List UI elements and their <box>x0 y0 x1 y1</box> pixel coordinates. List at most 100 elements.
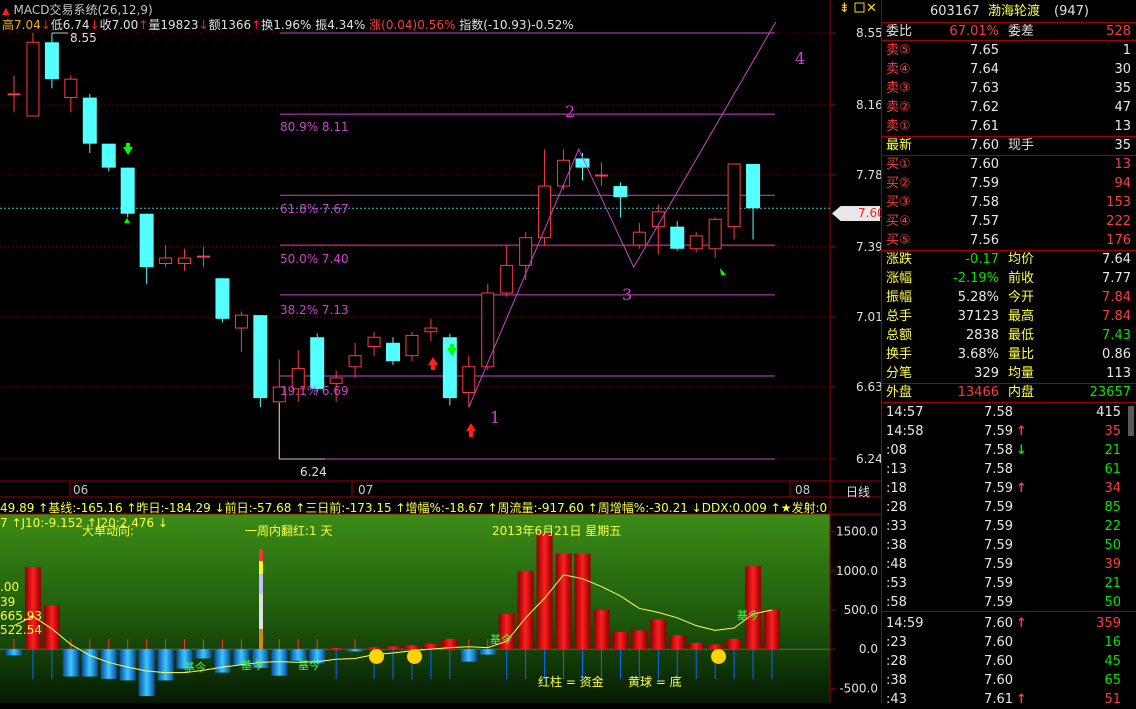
wave-label-2: 2 <box>565 102 576 121</box>
tick-price: 7.59 <box>984 595 1013 610</box>
candle-body-up <box>7 93 21 96</box>
macd-bar-positive <box>385 646 401 650</box>
buy-volume: 222 <box>1106 214 1131 229</box>
tick-volume: 61 <box>1104 462 1121 477</box>
macd-bar-negative <box>460 649 477 662</box>
stat-row: 振幅 5.28% 今开 7.84 <box>882 288 1136 307</box>
stat-label: 涨幅 <box>886 271 913 286</box>
stat-value: 7.64 <box>1102 252 1131 267</box>
stat-label: 振幅 <box>886 290 913 305</box>
stat-value: 7.77 <box>1102 271 1131 286</box>
close-icon[interactable]: ✕ <box>866 1 877 16</box>
tick-volume: 21 <box>1104 576 1121 591</box>
legend-red-bar: 红柱 = 资金 <box>538 675 604 689</box>
macd-bar-negative <box>157 649 174 681</box>
tick-time: :43 <box>886 692 907 707</box>
indicator-title: MACD交易系统(26,12,9) <box>13 3 153 17</box>
macd-bar-positive <box>669 635 686 650</box>
sell-volume: 30 <box>1114 62 1131 77</box>
candle-body-up <box>159 257 173 265</box>
tick-volume: 45 <box>1104 654 1121 669</box>
xianshou-value: 35 <box>1114 138 1131 153</box>
candle-body-up <box>557 159 571 187</box>
volume-value: 量19823 <box>148 18 199 32</box>
tick-row: :58 7.59 50 <box>882 593 1136 612</box>
macd-bar-negative <box>62 649 79 677</box>
tick-time: 14:57 <box>886 405 924 420</box>
candle-body-down <box>670 226 685 249</box>
buy-price: 7.59 <box>970 176 999 191</box>
macd-bar-negative <box>271 649 288 676</box>
tick-volume: 50 <box>1104 538 1121 553</box>
macd-y-tick-label: 0.0 <box>859 642 878 656</box>
stat-row: 涨幅 -2.19% 前收 7.77 <box>882 269 1136 288</box>
macd-y-tick-label: -500.0 <box>839 681 878 695</box>
buy-label: 买① <box>886 157 911 172</box>
macd-bar-negative <box>214 649 231 673</box>
sell-label: 卖① <box>886 119 911 134</box>
tick-time: :48 <box>886 557 907 572</box>
candle-body-up <box>708 218 722 250</box>
annotation-date: 2013年6月21日 星期五 <box>492 524 622 538</box>
stat-label: 涨跌 <box>886 252 913 267</box>
tick-price: 7.59 <box>984 481 1013 496</box>
tick-time: :28 <box>886 654 907 669</box>
tick-time: :08 <box>886 443 907 458</box>
stat-row: 分笔 329 均量 113 <box>882 364 1136 383</box>
weicha-value: 528 <box>1106 24 1131 39</box>
x-label-08: 08 <box>795 483 811 497</box>
tick-row: :23 7.60 16 <box>882 633 1136 652</box>
max-price-label: 8.55 <box>70 31 97 45</box>
base-label: 基今 <box>490 633 512 646</box>
buy-label: 买② <box>886 176 911 191</box>
tick-time: :18 <box>886 481 907 496</box>
stat-value: 5.28% <box>957 290 999 305</box>
sell-row: 卖① 7.61 13 <box>882 117 1136 136</box>
tick-volume: 65 <box>1104 673 1121 688</box>
buy-volume: 94 <box>1114 176 1131 191</box>
candle-body-up <box>500 264 514 294</box>
tick-row: :38 7.60 65 <box>882 671 1136 690</box>
macd-bar-positive <box>726 638 743 650</box>
macd-bar-negative <box>347 649 364 652</box>
y-tick-label: 7.78 <box>856 168 881 182</box>
weibi-row: 委比 67.01% 委差 528 <box>886 24 1131 39</box>
sell-volume: 35 <box>1114 81 1131 96</box>
candle-body-up <box>178 257 192 265</box>
fib-label: 50.0% 7.40 <box>280 252 349 266</box>
signal-spike <box>259 594 263 630</box>
stat-label: 总额 <box>886 328 913 343</box>
stat-row: 总额 2838 最低 7.43 <box>882 326 1136 345</box>
y-tick-label: 6.24 <box>856 452 881 466</box>
sell-label: 卖④ <box>886 62 911 77</box>
tick-volume: 359 <box>1096 616 1121 631</box>
pin-icon[interactable]: ⇟ <box>839 1 850 16</box>
low-value: 低6.74 <box>50 18 90 32</box>
signal-spike <box>259 574 263 595</box>
quote-panel: 603167 渤海轮渡 (947) 委比 67.01% 委差 528 卖⑤ 7.6… <box>881 0 1136 707</box>
candle-body-up <box>367 336 381 347</box>
sell-row: 卖③ 7.63 35 <box>882 79 1136 98</box>
scrollbar[interactable] <box>1128 406 1134 436</box>
stat-label: 分笔 <box>886 366 913 381</box>
tick-volume: 21 <box>1104 443 1121 458</box>
candle-body-up <box>64 78 78 99</box>
annotation-week-red: 一周内翻红:1 天 <box>245 524 333 538</box>
y-tick-label: 7.39 <box>856 240 881 254</box>
stock-code: 603167 <box>930 4 980 19</box>
left-value: 665.93 <box>0 609 42 623</box>
sell-label: 卖③ <box>886 81 911 96</box>
candle-body-up <box>594 174 608 177</box>
period-button[interactable]: 日线 <box>846 483 870 500</box>
buy-price: 7.56 <box>970 233 999 248</box>
tick-row: :53 7.59 21 <box>882 574 1136 593</box>
candle-body-up <box>424 327 438 333</box>
tick-row: :33 7.59 22 <box>882 517 1136 536</box>
stat-label: 最高 <box>1008 309 1035 324</box>
tick-price: 7.61 <box>984 692 1013 707</box>
macd-y-tick-label: 1500.0 <box>836 525 878 539</box>
tick-arrow: ↑ <box>1016 692 1027 707</box>
chart-area[interactable]: 8.558.167.787.397.016.636.24 1500.01000.… <box>0 0 881 703</box>
candle-body-down <box>613 186 628 198</box>
quote-title: 603167 渤海轮渡 (947) <box>882 2 1136 21</box>
